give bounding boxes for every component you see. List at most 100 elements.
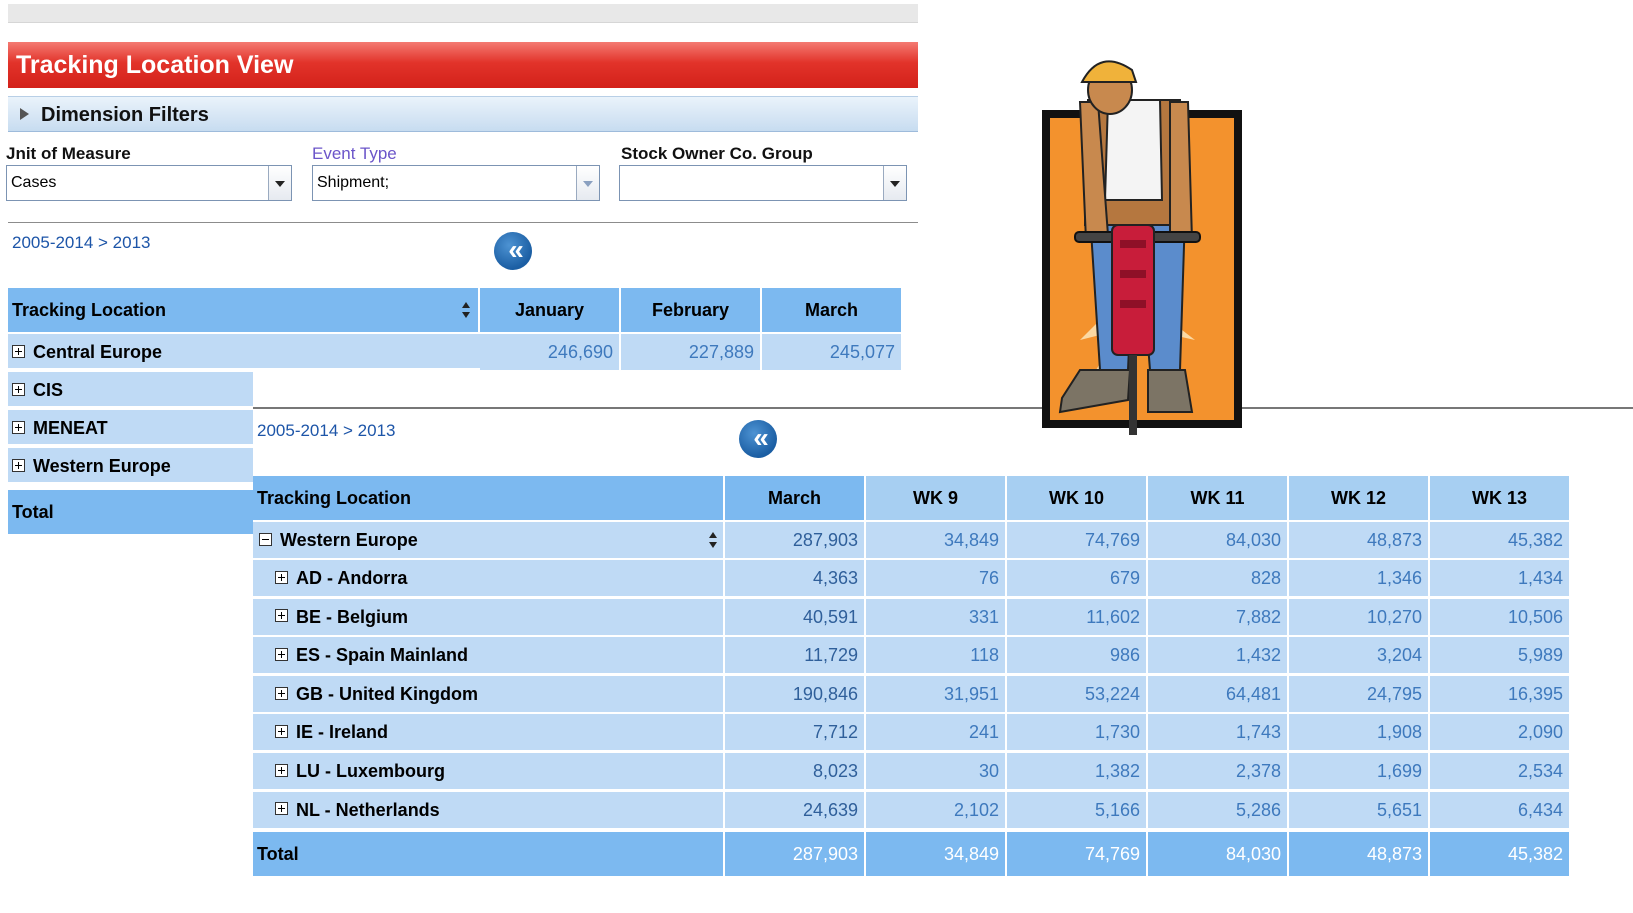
cell-value: 1,908: [1289, 714, 1428, 751]
table-row[interactable]: AD - Andorra: [253, 560, 723, 596]
cell-value: 45,382: [1430, 522, 1569, 558]
cell-value: 1,743: [1148, 714, 1287, 751]
row-central-europe[interactable]: Central Europe: [8, 334, 480, 370]
cell-value: 190,846: [725, 675, 864, 712]
expand-plus-icon[interactable]: [275, 570, 288, 584]
cell-value: 2,534: [1430, 753, 1569, 789]
breadcrumb[interactable]: 2005-2014 > 2013: [257, 421, 396, 441]
row-western-europe[interactable]: Western Europe: [8, 448, 253, 484]
chevron-down-icon[interactable]: [883, 166, 906, 200]
row-cis[interactable]: CIS: [8, 372, 253, 408]
expand-plus-icon[interactable]: [12, 458, 25, 472]
triangle-right-icon: [20, 107, 29, 120]
stock-owner-label: Stock Owner Co. Group: [621, 144, 813, 163]
row-meneat[interactable]: MENEAT: [8, 410, 253, 446]
unit-of-measure-label: Jnit of Measure: [6, 144, 131, 163]
column-header-wk12[interactable]: WK 12: [1289, 476, 1428, 520]
divider: [8, 222, 918, 223]
expand-plus-icon[interactable]: [12, 344, 25, 358]
row-label: AD - Andorra: [296, 568, 408, 588]
chevron-down-icon[interactable]: [576, 166, 599, 200]
total-row-label: Total: [8, 490, 253, 534]
row-label: NL - Netherlands: [296, 799, 440, 820]
breadcrumb[interactable]: 2005-2014 > 2013: [12, 233, 151, 253]
unit-of-measure-value: Cases: [11, 174, 57, 191]
table-row[interactable]: NL - Netherlands: [253, 791, 723, 828]
dimension-filters-label: Dimension Filters: [41, 104, 209, 126]
expand-plus-icon[interactable]: [275, 763, 288, 777]
cell-value: 1,699: [1289, 753, 1428, 789]
table-row[interactable]: GB - United Kingdom: [253, 675, 723, 712]
cell-value: 74,769: [1007, 522, 1146, 558]
cell-value: 7,882: [1148, 598, 1287, 635]
collapse-minus-icon[interactable]: [259, 532, 272, 546]
expand-plus-icon[interactable]: [275, 802, 288, 816]
cell-value: 53,224: [1007, 675, 1146, 712]
column-header-march[interactable]: March: [725, 476, 864, 520]
table-row[interactable]: ES - Spain Mainland: [253, 637, 723, 674]
total-value: 45,382: [1430, 832, 1569, 876]
unit-of-measure-select[interactable]: Cases: [6, 165, 292, 201]
cell-value: 10,270: [1289, 598, 1428, 635]
expand-plus-icon[interactable]: [12, 382, 25, 396]
stock-owner-select[interactable]: [619, 165, 907, 201]
view-title: Tracking Location View: [8, 42, 918, 88]
cell-value: 1,346: [1289, 560, 1428, 596]
column-header-tracking-location[interactable]: Tracking Location: [8, 288, 480, 332]
expand-plus-icon[interactable]: [275, 609, 288, 623]
cell-value: 331: [866, 598, 1005, 635]
event-type-label[interactable]: Event Type: [312, 144, 397, 164]
collapse-double-chevron-icon[interactable]: «: [494, 232, 532, 270]
sort-icon[interactable]: [709, 532, 717, 548]
cell-value: 227,889: [621, 334, 762, 370]
total-row-label: Total: [253, 832, 723, 876]
collapse-double-chevron-icon[interactable]: «: [739, 420, 777, 458]
cell-value: 8,023: [725, 753, 864, 789]
cell-value: 2,378: [1148, 753, 1287, 789]
cell-value: 2,102: [866, 791, 1005, 828]
row-label: ES - Spain Mainland: [296, 645, 469, 666]
cell-value: 246,690: [480, 334, 621, 370]
column-header-wk13[interactable]: WK 13: [1430, 476, 1569, 520]
row-label: MENEAT: [33, 418, 108, 438]
total-value: 48,873: [1289, 832, 1428, 876]
expand-plus-icon[interactable]: [275, 725, 288, 739]
sort-icon[interactable]: [462, 302, 470, 318]
column-header-wk11[interactable]: WK 11: [1148, 476, 1287, 520]
table-row[interactable]: LU - Luxembourg: [253, 753, 723, 789]
expand-plus-icon[interactable]: [275, 686, 288, 700]
cell-value: 48,873: [1289, 522, 1428, 558]
cell-value: 10,506: [1430, 598, 1569, 635]
cell-value: 11,729: [725, 637, 864, 674]
dimension-filters-toggle[interactable]: Dimension Filters: [8, 96, 918, 132]
cell-value: 5,166: [1007, 791, 1146, 828]
divider: [253, 407, 1633, 409]
event-type-select[interactable]: Shipment;: [312, 165, 600, 201]
cell-value: 84,030: [1148, 522, 1287, 558]
cell-value: 2,090: [1430, 714, 1569, 751]
cell-value: 6,434: [1430, 791, 1569, 828]
row-western-europe-group[interactable]: Western Europe: [253, 522, 723, 558]
expand-plus-icon[interactable]: [275, 647, 288, 661]
expand-plus-icon[interactable]: [12, 420, 25, 434]
cell-value: 241: [866, 714, 1005, 751]
column-header-wk10[interactable]: WK 10: [1007, 476, 1146, 520]
cell-value: 1,730: [1007, 714, 1146, 751]
chevron-down-icon[interactable]: [268, 166, 291, 200]
cell-value: 679: [1007, 560, 1146, 596]
cell-value: 986: [1007, 637, 1146, 674]
row-label: IE - Ireland: [296, 722, 389, 743]
cell-value: 24,795: [1289, 675, 1428, 712]
table-row[interactable]: BE - Belgium: [253, 598, 723, 635]
table-row[interactable]: IE - Ireland: [253, 714, 723, 751]
cell-value: 34,849: [866, 522, 1005, 558]
column-header-march[interactable]: March: [762, 288, 903, 332]
cell-value: 64,481: [1148, 675, 1287, 712]
column-header-january[interactable]: January: [480, 288, 621, 332]
cell-value: 4,363: [725, 560, 864, 596]
column-header-wk9[interactable]: WK 9: [866, 476, 1005, 520]
row-label: LU - Luxembourg: [296, 761, 445, 781]
row-label: Central Europe: [33, 342, 163, 362]
column-header-tracking-location[interactable]: Tracking Location: [253, 476, 723, 520]
column-header-february[interactable]: February: [621, 288, 762, 332]
